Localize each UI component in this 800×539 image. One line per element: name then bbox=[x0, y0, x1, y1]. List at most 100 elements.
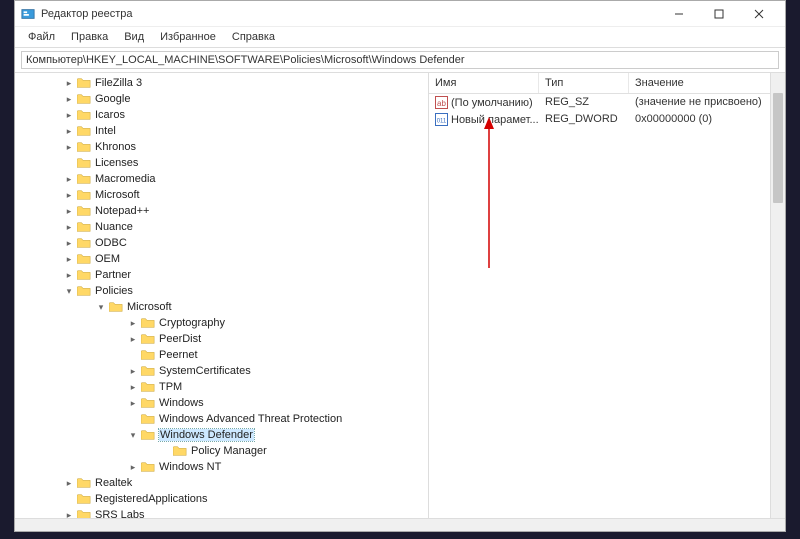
tree-node[interactable]: ▸Cryptography bbox=[47, 315, 428, 331]
scrollbar-thumb[interactable] bbox=[773, 93, 783, 203]
tree-row[interactable]: ▸Khronos bbox=[15, 139, 428, 155]
tree-node[interactable]: ▸Microsoft bbox=[15, 187, 428, 203]
tree-node[interactable]: ▸TPM bbox=[47, 379, 428, 395]
expander-icon[interactable] bbox=[159, 445, 171, 457]
menu-view[interactable]: Вид bbox=[117, 29, 151, 45]
tree-row[interactable]: ▸Windows bbox=[47, 395, 428, 411]
expander-icon[interactable]: ▸ bbox=[127, 381, 139, 393]
menu-help[interactable]: Справка bbox=[225, 29, 282, 45]
tree-pane[interactable]: ▸FileZilla 3▸Google▸Icaros▸Intel▸Khronos… bbox=[15, 73, 429, 518]
tree-row[interactable]: ▸Windows NT bbox=[47, 459, 428, 475]
tree-node[interactable]: ▾Microsoft▸Cryptography▸PeerDistPeernet▸… bbox=[31, 299, 428, 475]
tree-node[interactable]: ▸Nuance bbox=[15, 219, 428, 235]
tree-row[interactable]: ▸Nuance bbox=[15, 219, 428, 235]
expander-icon[interactable] bbox=[127, 413, 139, 425]
tree-row[interactable]: ▸PeerDist bbox=[47, 331, 428, 347]
tree-row[interactable]: ▸OEM bbox=[15, 251, 428, 267]
tree-row[interactable]: ▾Policies bbox=[15, 283, 428, 299]
tree-row[interactable]: ▸FileZilla 3 bbox=[15, 75, 428, 91]
expander-icon[interactable] bbox=[63, 157, 75, 169]
tree-row[interactable]: ▾Windows Defender bbox=[47, 427, 428, 443]
expander-icon[interactable]: ▾ bbox=[95, 301, 107, 313]
tree-node[interactable]: ▸Macromedia bbox=[15, 171, 428, 187]
expander-icon[interactable]: ▸ bbox=[63, 253, 75, 265]
expander-icon[interactable]: ▸ bbox=[127, 365, 139, 377]
menu-file[interactable]: Файл bbox=[21, 29, 62, 45]
tree-row[interactable]: RegisteredApplications bbox=[15, 491, 428, 507]
expander-icon[interactable]: ▸ bbox=[63, 237, 75, 249]
vertical-scrollbar[interactable] bbox=[770, 73, 785, 518]
tree-row[interactable]: Licenses bbox=[15, 155, 428, 171]
expander-icon[interactable]: ▸ bbox=[63, 125, 75, 137]
tree-row[interactable]: Peernet bbox=[47, 347, 428, 363]
tree-row[interactable]: ▸Microsoft bbox=[15, 187, 428, 203]
col-header-name[interactable]: Имя bbox=[429, 73, 539, 93]
tree-node[interactable]: Peernet bbox=[47, 347, 428, 363]
tree-node[interactable]: ▸FileZilla 3 bbox=[15, 75, 428, 91]
expander-icon[interactable]: ▸ bbox=[127, 461, 139, 473]
tree-row[interactable]: ▸SystemCertificates bbox=[47, 363, 428, 379]
col-header-type[interactable]: Тип bbox=[539, 73, 629, 93]
menu-edit[interactable]: Правка bbox=[64, 29, 115, 45]
expander-icon[interactable]: ▸ bbox=[63, 269, 75, 281]
expander-icon[interactable]: ▸ bbox=[63, 77, 75, 89]
expander-icon[interactable]: ▸ bbox=[63, 93, 75, 105]
tree-row[interactable]: ▸Macromedia bbox=[15, 171, 428, 187]
value-row[interactable]: 011Новый парамет...REG_DWORD0x00000000 (… bbox=[429, 111, 785, 128]
tree-row[interactable]: Policy Manager bbox=[63, 443, 428, 459]
tree-node[interactable]: ▸PeerDist bbox=[47, 331, 428, 347]
tree-row[interactable]: ▾Microsoft bbox=[31, 299, 428, 315]
tree-node[interactable]: ▸ODBC bbox=[15, 235, 428, 251]
tree-node[interactable]: ▸Khronos bbox=[15, 139, 428, 155]
expander-icon[interactable]: ▸ bbox=[63, 189, 75, 201]
tree-row[interactable]: ▸Cryptography bbox=[47, 315, 428, 331]
tree-node[interactable]: ▸Notepad++ bbox=[15, 203, 428, 219]
value-row[interactable]: ab(По умолчанию)REG_SZ(значение не присв… bbox=[429, 94, 785, 111]
tree-node[interactable]: ▾Policies▾Microsoft▸Cryptography▸PeerDis… bbox=[15, 283, 428, 475]
minimize-button[interactable] bbox=[659, 1, 699, 27]
tree-node[interactable]: ▸Icaros bbox=[15, 107, 428, 123]
tree-row[interactable]: ▸Realtek bbox=[15, 475, 428, 491]
expander-icon[interactable]: ▸ bbox=[63, 509, 75, 518]
expander-icon[interactable] bbox=[63, 493, 75, 505]
tree-row[interactable]: ▸ODBC bbox=[15, 235, 428, 251]
tree-row[interactable]: Windows Advanced Threat Protection bbox=[47, 411, 428, 427]
col-header-data[interactable]: Значение bbox=[629, 73, 785, 93]
expander-icon[interactable] bbox=[127, 349, 139, 361]
tree-node[interactable]: Policy Manager bbox=[63, 443, 428, 459]
tree-node[interactable]: ▸Realtek bbox=[15, 475, 428, 491]
tree-row[interactable]: ▸Google bbox=[15, 91, 428, 107]
tree-row[interactable]: ▸TPM bbox=[47, 379, 428, 395]
expander-icon[interactable]: ▸ bbox=[63, 477, 75, 489]
tree-row[interactable]: ▸Intel bbox=[15, 123, 428, 139]
expander-icon[interactable]: ▸ bbox=[63, 109, 75, 121]
tree-node[interactable]: ▸Intel bbox=[15, 123, 428, 139]
expander-icon[interactable]: ▾ bbox=[127, 429, 139, 441]
tree-node[interactable]: Licenses bbox=[15, 155, 428, 171]
maximize-button[interactable] bbox=[699, 1, 739, 27]
values-body[interactable]: ab(По умолчанию)REG_SZ(значение не присв… bbox=[429, 94, 785, 128]
tree-row[interactable]: ▸Partner bbox=[15, 267, 428, 283]
horizontal-scrollbar[interactable] bbox=[15, 518, 785, 531]
tree-node[interactable]: RegisteredApplications bbox=[15, 491, 428, 507]
expander-icon[interactable]: ▸ bbox=[127, 317, 139, 329]
tree-node[interactable]: ▸Partner bbox=[15, 267, 428, 283]
menu-favorites[interactable]: Избранное bbox=[153, 29, 223, 45]
tree-row[interactable]: ▸Notepad++ bbox=[15, 203, 428, 219]
tree-row[interactable]: ▸SRS Labs bbox=[15, 507, 428, 518]
address-input[interactable] bbox=[21, 51, 779, 69]
expander-icon[interactable]: ▸ bbox=[63, 221, 75, 233]
tree-node[interactable]: ▸Google bbox=[15, 91, 428, 107]
tree-node[interactable]: ▸Windows NT bbox=[47, 459, 428, 475]
tree-node[interactable]: ▸SystemCertificates bbox=[47, 363, 428, 379]
expander-icon[interactable]: ▸ bbox=[63, 173, 75, 185]
tree-row[interactable]: ▸Icaros bbox=[15, 107, 428, 123]
tree-node[interactable]: Windows Advanced Threat Protection bbox=[47, 411, 428, 427]
tree-node[interactable]: ▸SRS Labs bbox=[15, 507, 428, 518]
expander-icon[interactable]: ▸ bbox=[127, 397, 139, 409]
expander-icon[interactable]: ▸ bbox=[63, 141, 75, 153]
expander-icon[interactable]: ▾ bbox=[63, 285, 75, 297]
expander-icon[interactable]: ▸ bbox=[127, 333, 139, 345]
close-button[interactable] bbox=[739, 1, 779, 27]
tree-node[interactable]: ▸OEM bbox=[15, 251, 428, 267]
